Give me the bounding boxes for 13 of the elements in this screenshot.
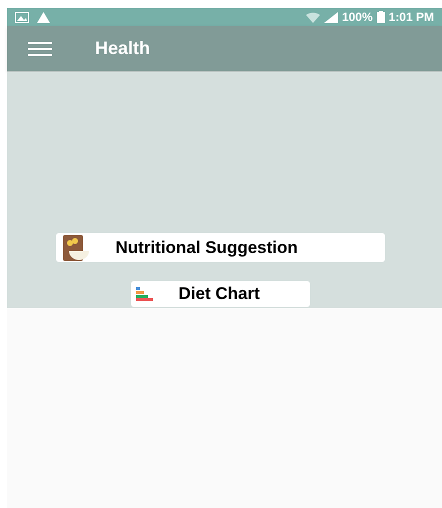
warning-icon — [37, 12, 50, 22]
diet-chart-button[interactable]: Diet Chart — [130, 281, 310, 307]
battery-percent: 100% — [342, 9, 373, 26]
battery-icon — [376, 11, 385, 23]
clock-time: 1:01 PM — [388, 9, 434, 26]
food-bowl-icon — [60, 234, 90, 260]
app-title: Health — [95, 37, 150, 60]
nutrition-button[interactable]: Nutritional Suggestion — [56, 233, 384, 262]
menu-icon[interactable] — [28, 42, 52, 56]
signal-icon — [324, 12, 338, 22]
wifi-icon — [306, 12, 320, 22]
image-icon — [15, 12, 29, 22]
bar-chart-icon — [136, 287, 154, 301]
